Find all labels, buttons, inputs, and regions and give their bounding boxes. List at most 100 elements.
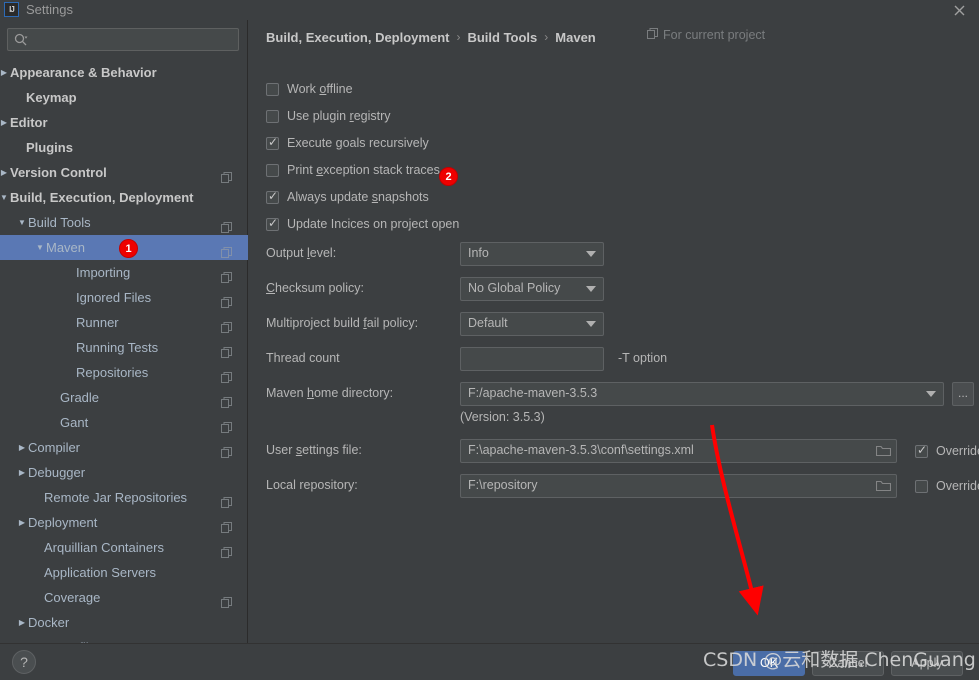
chevron-right-icon[interactable]: ▶ [0,60,10,85]
checksum_policy-row: Checksum policy: No Global Policy [266,277,966,301]
checkbox-box[interactable] [266,82,279,96]
checkbox-box[interactable] [266,163,279,177]
copy-scope-icon [647,28,658,42]
user-settings-file-override-checkbox[interactable]: Override [915,441,979,461]
maven-home-browse-button[interactable]: ... [952,382,974,406]
breadcrumb: Build, Execution, Deployment › Build Tools… [266,27,596,47]
checkbox-label: Update Incices on project open [287,217,460,231]
checkbox-always-update-snapshots[interactable]: Always update snapshots [266,187,429,207]
sidebar-item-label: Docker [28,615,70,630]
chevron-down-icon[interactable] [586,286,596,292]
search-input[interactable] [33,29,233,50]
copy-settings-icon[interactable] [221,166,232,183]
checkbox-print-exception-stack-traces[interactable]: Print exception stack traces [266,160,440,180]
copy-settings-icon[interactable] [221,416,232,433]
sidebar-item-plugins[interactable]: Plugins [0,135,248,160]
sidebar-item-gant[interactable]: Gant [0,410,248,435]
chevron-right-icon[interactable]: ▶ [16,510,28,535]
checkbox-box[interactable] [266,109,279,123]
copy-settings-icon[interactable] [221,391,232,408]
checkbox-box[interactable] [915,442,928,458]
sidebar-item-label: Deployment [28,515,98,530]
settings-sidebar: ▶ Appearance & Behavior Keymap ▶ Editor Plugi… [0,20,491,655]
local-repository-value: F:\repository [468,478,538,492]
sidebar-item-ignored-files[interactable]: Ignored Files [0,285,248,310]
thread-count-suffix: -T option [618,351,668,365]
folder-icon[interactable] [875,479,892,493]
checkbox-box[interactable] [915,479,928,493]
maven-settings-pane: Build, Execution, Deployment › Build Tools… [249,20,979,643]
chevron-down-icon[interactable] [926,391,936,397]
sidebar-item-build-execution-deployment[interactable]: ▼ Build, Execution, Deployment [0,185,248,210]
chevron-down-icon[interactable] [586,251,596,257]
sidebar-item-debugger[interactable]: ▶ Debugger [0,460,248,485]
sidebar-item-label: Build, Execution, Deployment [10,190,194,205]
settings-dialog: IJ Settings ▶ Appearance & Behavior Keymap… [0,0,979,680]
chevron-down-icon[interactable]: ▼ [0,185,10,210]
help-button[interactable]: ? [12,650,36,674]
copy-settings-icon[interactable] [221,516,232,533]
checkbox-box[interactable] [266,134,279,150]
sidebar-item-arquillian-containers[interactable]: Arquillian Containers [0,535,248,560]
sidebar-item-running-tests[interactable]: Running Tests [0,335,248,360]
close-icon[interactable] [940,0,979,20]
checkbox-work-offline[interactable]: Work offline [266,79,353,99]
checkbox-label: Work offline [287,82,353,96]
copy-settings-icon[interactable] [221,216,232,233]
sidebar-item-label: Running Tests [76,340,159,355]
sidebar-item-application-servers[interactable]: Application Servers [0,560,248,585]
chevron-right-icon[interactable]: ▶ [16,435,28,460]
thread-count-input[interactable] [460,347,604,371]
sidebar-item-compiler[interactable]: ▶ Compiler [0,435,248,460]
search-box[interactable] [7,28,239,51]
output_level-select[interactable]: Info [460,242,604,266]
chevron-right-icon[interactable]: ▶ [16,460,28,485]
copy-settings-icon[interactable] [221,491,232,508]
copy-settings-icon[interactable] [221,241,232,258]
copy-settings-icon[interactable] [221,291,232,308]
chevron-down-icon[interactable] [586,321,596,327]
user-settings-file-row: User settings file: F:\apache-maven-3.5.3… [266,439,979,463]
sidebar-item-deployment[interactable]: ▶ Deployment [0,510,248,535]
chevron-down-icon[interactable]: ▼ [34,235,46,260]
copy-settings-icon[interactable] [221,441,232,458]
checkbox-use-plugin-registry[interactable]: Use plugin registry [266,106,391,126]
copy-settings-icon[interactable] [221,591,232,608]
sidebar-item-repositories[interactable]: Repositories [0,360,248,385]
multiproject-select[interactable]: Default [460,312,604,336]
copy-settings-icon[interactable] [221,266,232,283]
copy-settings-icon[interactable] [221,366,232,383]
checkbox-box[interactable] [266,188,279,204]
sidebar-item-keymap[interactable]: Keymap [0,85,248,110]
chevron-right-icon[interactable]: ▶ [0,160,10,185]
sidebar-item-label: Debugger [28,465,86,480]
sidebar-item-runner[interactable]: Runner [0,310,248,335]
copy-settings-icon[interactable] [221,541,232,558]
settings-tree[interactable]: ▶ Appearance & Behavior Keymap ▶ Editor Plugi… [0,60,248,663]
local-repository-override-checkbox[interactable]: Override [915,476,979,496]
chevron-down-icon[interactable]: ▼ [16,210,28,235]
sidebar-item-gradle[interactable]: Gradle [0,385,248,410]
sidebar-item-docker[interactable]: ▶ Docker [0,610,248,635]
sidebar-item-appearance-behavior[interactable]: ▶ Appearance & Behavior [0,60,248,85]
sidebar-item-importing[interactable]: Importing [0,260,248,285]
checkbox-update-incices-on-project-open[interactable]: Update Incices on project open [266,214,459,234]
sidebar-item-remote-jar-repositories[interactable]: Remote Jar Repositories [0,485,248,510]
sidebar-item-coverage[interactable]: Coverage [0,585,248,610]
checksum_policy-select[interactable]: No Global Policy [460,277,604,301]
sidebar-item-editor[interactable]: ▶ Editor [0,110,248,135]
breadcrumb-item: Maven [555,29,596,45]
copy-settings-icon[interactable] [221,341,232,358]
ij-logo-icon: IJ [4,2,19,17]
sidebar-item-build-tools[interactable]: ▼ Build Tools [0,210,248,235]
copy-settings-icon[interactable] [221,316,232,333]
checkbox-execute-goals-recursively[interactable]: Execute goals recursively [266,133,429,153]
checkbox-box[interactable] [266,215,279,231]
chevron-right-icon[interactable]: ▶ [0,110,10,135]
sidebar-item-label: Gradle [60,390,100,405]
chevron-right-icon[interactable]: ▶ [16,610,28,635]
folder-icon[interactable] [875,444,892,458]
user-settings-file-label: User settings file: [266,443,362,457]
sidebar-item-version-control[interactable]: ▶ Version Control [0,160,248,185]
checkbox-label: Use plugin registry [287,109,391,123]
